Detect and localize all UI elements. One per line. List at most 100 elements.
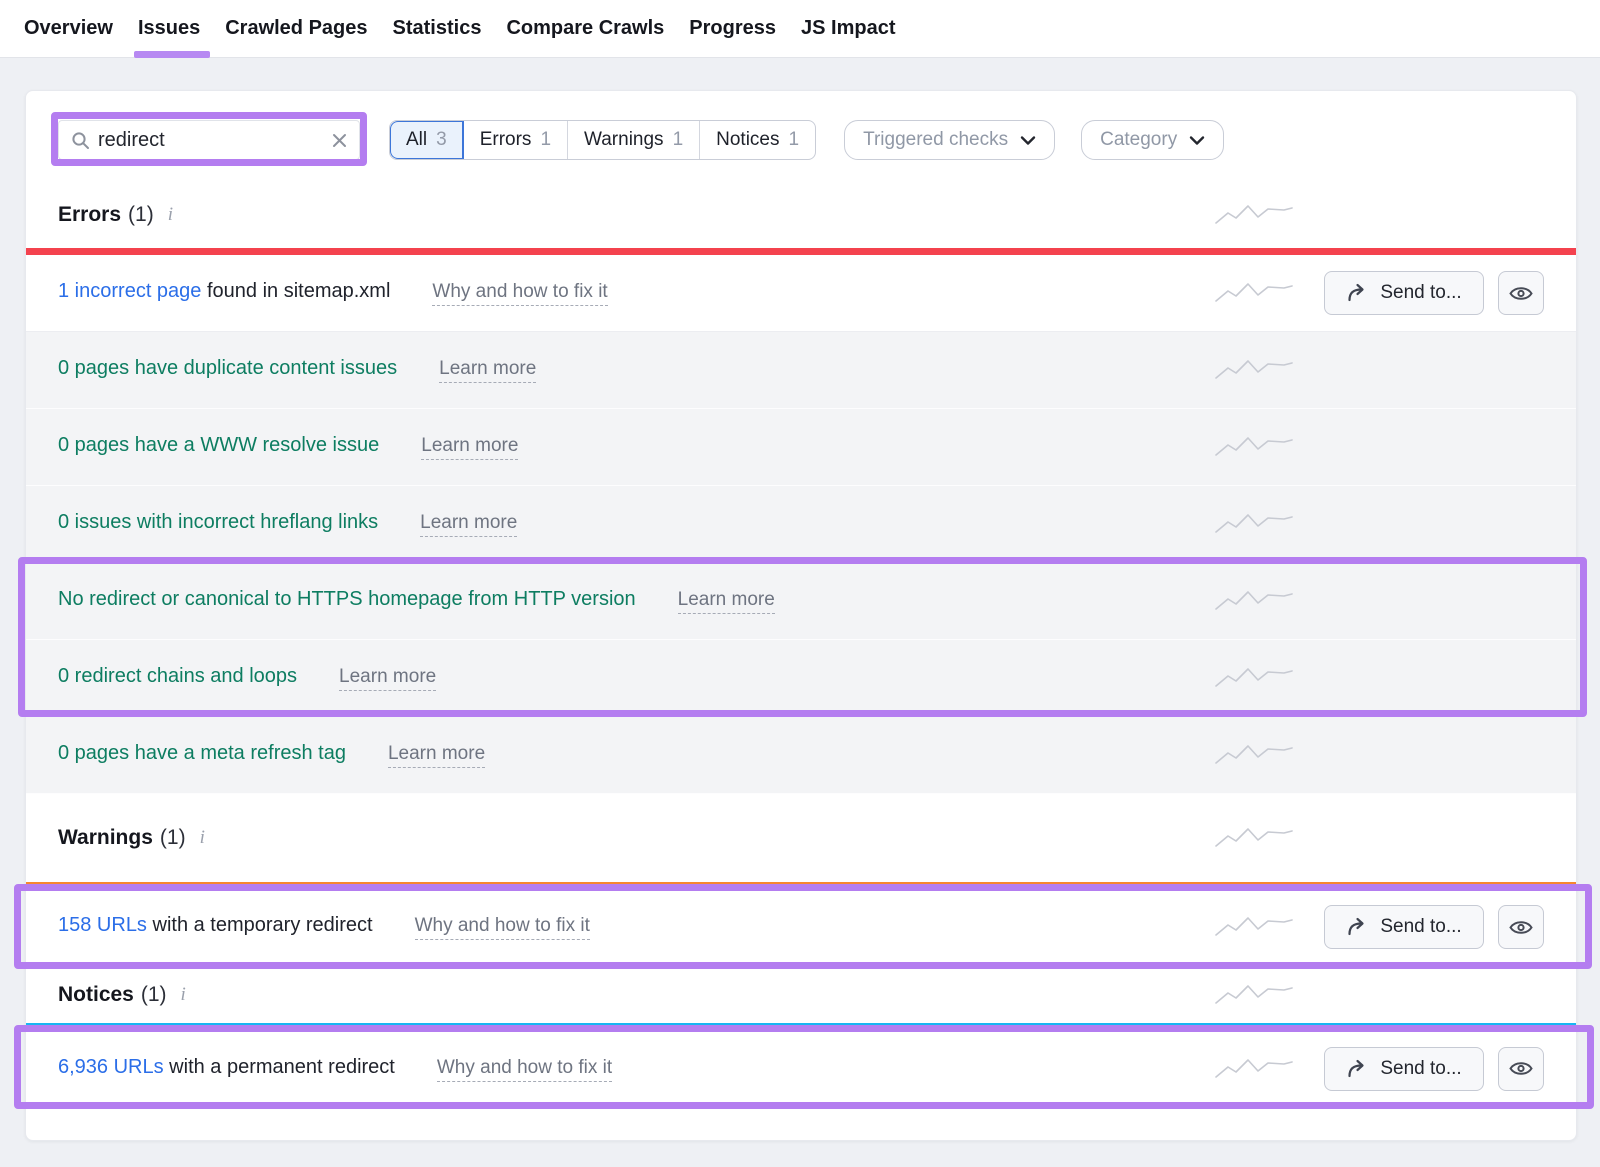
issue-text: 0 pages have duplicate content issues: [58, 357, 397, 380]
info-icon[interactable]: i: [168, 204, 173, 226]
section-count: (1): [128, 203, 154, 227]
send-arrow-icon: [1346, 283, 1368, 303]
filter-notices[interactable]: Notices 1: [700, 121, 815, 159]
issue-row-permanent-redirect: 6,936 URLs with a permanent redirect Why…: [26, 1030, 1576, 1107]
learn-more-link[interactable]: Learn more: [388, 743, 485, 768]
chevron-down-icon: [1020, 135, 1036, 146]
trend-sparkline-icon: [1214, 981, 1294, 1009]
issue-search-box[interactable]: [58, 120, 360, 160]
clear-search-icon[interactable]: [332, 133, 347, 148]
info-icon[interactable]: i: [200, 827, 205, 849]
filter-label: Errors: [480, 129, 532, 151]
issue-row-duplicate-content: 0 pages have duplicate content issues Le…: [26, 332, 1576, 409]
why-fix-link[interactable]: Why and how to fix it: [437, 1057, 612, 1082]
learn-more-link[interactable]: Learn more: [421, 435, 518, 460]
filter-label: Notices: [716, 129, 779, 151]
category-dropdown[interactable]: Category: [1081, 120, 1224, 160]
send-to-button[interactable]: Send to...: [1324, 905, 1484, 949]
filter-label: Warnings: [584, 129, 664, 151]
tab-label: Crawled Pages: [225, 17, 367, 40]
tab-label: Statistics: [393, 17, 482, 40]
errors-severity-bar: [26, 248, 1576, 255]
issue-text: 0 pages have a meta refresh tag: [58, 742, 346, 765]
trend-sparkline-icon: [1214, 824, 1294, 852]
filter-errors[interactable]: Errors 1: [464, 121, 568, 159]
send-arrow-icon: [1346, 917, 1368, 937]
issue-row-https-redirect: No redirect or canonical to HTTPS homepa…: [26, 563, 1576, 640]
eye-button[interactable]: [1498, 271, 1544, 315]
issue-text: 0 pages have a WWW resolve issue: [58, 434, 379, 457]
tab-statistics[interactable]: Statistics: [393, 0, 482, 58]
tab-label: Progress: [689, 17, 776, 40]
send-to-button[interactable]: Send to...: [1324, 1047, 1484, 1091]
dropdown-label: Triggered checks: [863, 129, 1008, 151]
send-to-button[interactable]: Send to...: [1324, 271, 1484, 315]
eye-icon: [1509, 285, 1533, 302]
issue-text: No redirect or canonical to HTTPS homepa…: [58, 588, 636, 611]
trend-sparkline-icon: [1214, 913, 1294, 941]
trend-sparkline-icon: [1214, 433, 1294, 461]
trend-sparkline-icon: [1214, 1055, 1294, 1083]
issue-count-link[interactable]: 158 URLs: [58, 914, 147, 936]
tab-overview[interactable]: Overview: [24, 0, 113, 58]
issue-count-link[interactable]: 6,936 URLs: [58, 1056, 164, 1078]
eye-icon: [1509, 1060, 1533, 1077]
filter-count: 1: [673, 129, 684, 151]
tab-js-impact[interactable]: JS Impact: [801, 0, 895, 58]
tab-crawled-pages[interactable]: Crawled Pages: [225, 0, 367, 58]
section-title: Warnings: [58, 826, 153, 850]
issue-text: with a temporary redirect: [147, 914, 373, 936]
issue-count-link[interactable]: 1 incorrect page: [58, 280, 201, 302]
filter-count: 1: [789, 129, 800, 151]
tab-progress[interactable]: Progress: [689, 0, 776, 58]
filter-label: All: [406, 129, 427, 151]
filter-count: 1: [540, 129, 551, 151]
trend-sparkline-icon: [1214, 279, 1294, 307]
eye-button[interactable]: [1498, 1047, 1544, 1091]
send-to-label: Send to...: [1380, 916, 1461, 938]
issue-row-hreflang: 0 issues with incorrect hreflang links L…: [26, 486, 1576, 563]
learn-more-link[interactable]: Learn more: [678, 589, 775, 614]
warnings-section-header: Warnings (1) i: [26, 794, 1576, 882]
eye-icon: [1509, 919, 1533, 936]
triggered-checks-dropdown[interactable]: Triggered checks: [844, 120, 1055, 160]
send-to-label: Send to...: [1380, 1058, 1461, 1080]
send-to-label: Send to...: [1380, 282, 1461, 304]
chevron-down-icon: [1189, 135, 1205, 146]
why-fix-link[interactable]: Why and how to fix it: [415, 915, 590, 940]
learn-more-link[interactable]: Learn more: [339, 666, 436, 691]
trend-sparkline-icon: [1214, 587, 1294, 615]
trend-sparkline-icon: [1214, 356, 1294, 384]
info-icon[interactable]: i: [181, 984, 186, 1006]
tab-label: Issues: [138, 17, 200, 40]
send-arrow-icon: [1346, 1059, 1368, 1079]
section-title: Errors: [58, 203, 121, 227]
trend-sparkline-icon: [1214, 741, 1294, 769]
filter-warnings[interactable]: Warnings 1: [568, 121, 700, 159]
filter-all[interactable]: All 3: [390, 121, 464, 159]
search-icon: [71, 131, 90, 150]
why-fix-link[interactable]: Why and how to fix it: [432, 281, 607, 306]
learn-more-link[interactable]: Learn more: [439, 358, 536, 383]
search-input[interactable]: [90, 129, 332, 152]
tab-label: Overview: [24, 17, 113, 40]
issue-row-redirect-chains: 0 redirect chains and loops Learn more: [26, 640, 1576, 717]
filter-count: 3: [436, 129, 447, 151]
issue-text: with a permanent redirect: [164, 1056, 395, 1078]
issue-row-temporary-redirect: 158 URLs with a temporary redirect Why a…: [26, 889, 1576, 966]
issue-text: 0 redirect chains and loops: [58, 665, 297, 688]
learn-more-link[interactable]: Learn more: [420, 512, 517, 537]
tab-compare-crawls[interactable]: Compare Crawls: [506, 0, 664, 58]
eye-button[interactable]: [1498, 905, 1544, 949]
tab-issues[interactable]: Issues: [138, 0, 200, 58]
trend-sparkline-icon: [1214, 201, 1294, 229]
notices-section-header: Notices (1) i: [26, 966, 1576, 1023]
tab-label: JS Impact: [801, 17, 895, 40]
tab-label: Compare Crawls: [506, 17, 664, 40]
notices-severity-bar: [26, 1023, 1576, 1030]
issue-text: 0 issues with incorrect hreflang links: [58, 511, 378, 534]
dropdown-label: Category: [1100, 129, 1177, 151]
issue-row-incorrect-sitemap: 1 incorrect page found in sitemap.xml Wh…: [26, 255, 1576, 332]
section-count: (1): [141, 983, 167, 1007]
issue-row-www-resolve: 0 pages have a WWW resolve issue Learn m…: [26, 409, 1576, 486]
